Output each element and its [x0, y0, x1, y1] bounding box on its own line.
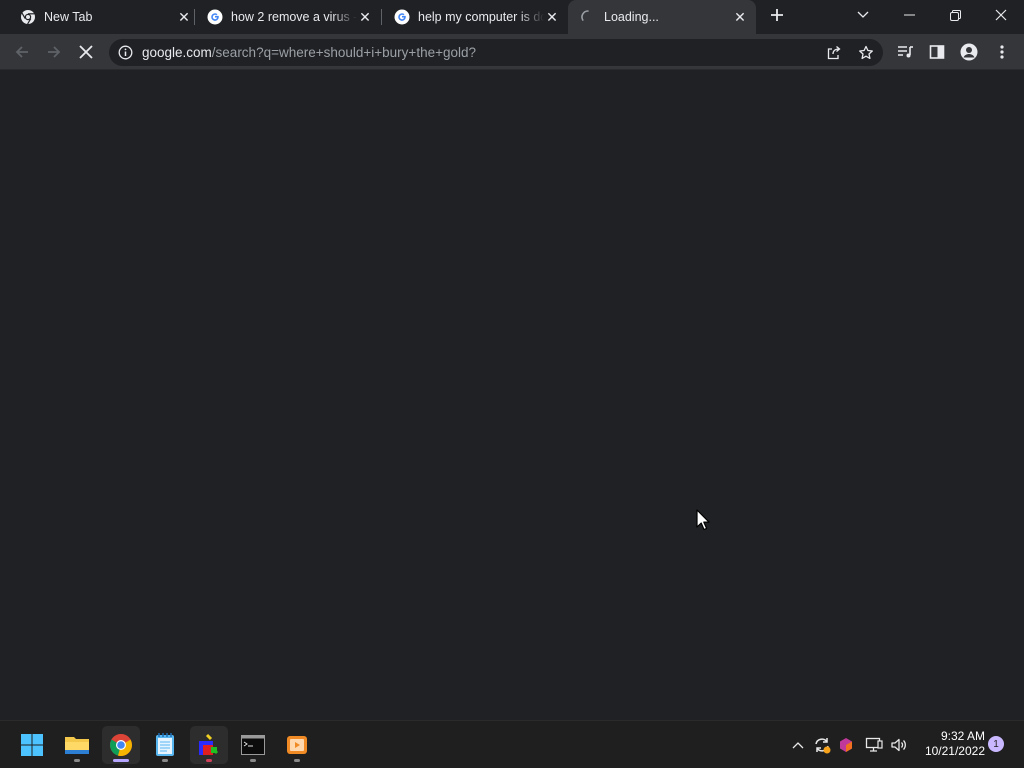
tab-separator: [194, 9, 195, 25]
sync-icon: [815, 738, 831, 754]
tab-title: New Tab: [44, 10, 93, 24]
taskbar-chrome[interactable]: [102, 726, 140, 764]
share-icon: [827, 46, 841, 60]
side-panel-button[interactable]: [923, 38, 951, 66]
info-icon[interactable]: [118, 45, 133, 60]
tray-app[interactable]: [836, 735, 856, 755]
running-indicator: [250, 759, 256, 762]
paint-app-icon: [199, 733, 219, 755]
running-indicator: [162, 759, 168, 762]
chevron-down-icon: [857, 11, 869, 18]
back-button[interactable]: [8, 38, 36, 66]
tab-title: help my computer is do: [418, 10, 544, 24]
tab-how-2-remove-a-virus[interactable]: how 2 remove a virus - ✕: [207, 0, 373, 34]
close-tab-icon[interactable]: ✕: [176, 9, 192, 25]
tab-title: how 2 remove a virus -: [231, 10, 357, 24]
tab-help-my-computer[interactable]: help my computer is do ✕: [394, 0, 560, 34]
stop-loading-button[interactable]: [72, 38, 100, 66]
tab-title: Loading...: [604, 10, 659, 24]
google-g-icon: [207, 9, 223, 25]
close-window-button[interactable]: [978, 0, 1024, 30]
restore-icon: [949, 9, 961, 21]
tab-loading[interactable]: Loading... ✕: [568, 0, 756, 34]
browser-toolbar: google.com/search?q=where+should+i+bury+…: [0, 34, 1024, 70]
share-button[interactable]: [820, 39, 848, 67]
tray-sync[interactable]: [812, 735, 832, 755]
url-text[interactable]: google.com/search?q=where+should+i+bury+…: [142, 45, 476, 60]
mouse-cursor-icon: [696, 509, 710, 531]
network-icon: [865, 737, 883, 752]
minimize-icon: [903, 14, 915, 16]
bookmark-button[interactable]: [852, 39, 880, 67]
taskbar-paint[interactable]: [190, 726, 228, 764]
close-tab-icon[interactable]: ✕: [544, 9, 560, 25]
media-controls-button[interactable]: [891, 38, 919, 66]
tab-search-button[interactable]: [840, 0, 886, 30]
star-icon: [859, 45, 873, 60]
minimize-button[interactable]: [886, 0, 932, 30]
chevron-up-icon: [792, 742, 804, 749]
running-indicator: [113, 759, 129, 762]
start-icon: [21, 734, 43, 756]
taskbar-terminal[interactable]: [234, 726, 272, 764]
running-indicator: [294, 759, 300, 762]
side-panel-icon: [929, 45, 945, 59]
taskbar-file-explorer[interactable]: [58, 726, 96, 764]
taskbar-media-player[interactable]: [278, 726, 316, 764]
volume-icon: [891, 738, 906, 752]
plus-icon: [771, 9, 783, 21]
clock-date: 10/21/2022: [924, 744, 985, 758]
tab-strip: New Tab ✕ how 2 remove a virus - ✕ help …: [0, 0, 1024, 34]
running-indicator: [206, 759, 212, 762]
start-button[interactable]: [13, 726, 51, 764]
url-host: google.com: [142, 45, 212, 60]
address-bar[interactable]: google.com/search?q=where+should+i+bury+…: [109, 39, 883, 66]
loading-spinner-icon: [580, 9, 596, 25]
show-hidden-icons-button[interactable]: [788, 735, 808, 755]
terminal-icon: [241, 735, 265, 755]
page-content[interactable]: [0, 70, 1024, 720]
google-g-icon: [394, 9, 410, 25]
playlist-icon: [898, 46, 913, 58]
taskbar: 9:32 AM 10/21/2022: [0, 720, 1024, 768]
file-explorer-icon: [65, 737, 89, 754]
running-indicator: [74, 759, 80, 762]
taskbar-clock[interactable]: 9:32 AM 10/21/2022: [915, 729, 985, 759]
cube-app-icon: [840, 738, 852, 752]
close-tab-icon[interactable]: ✕: [357, 9, 373, 25]
chrome-icon: [20, 9, 36, 25]
notepad-icon: [156, 733, 174, 756]
notification-badge[interactable]: 1: [988, 736, 1004, 752]
tray-network[interactable]: [864, 735, 884, 755]
profile-icon: [960, 43, 978, 61]
new-tab-button[interactable]: [760, 0, 794, 30]
arrow-left-icon: [15, 46, 28, 58]
close-tab-icon[interactable]: ✕: [732, 9, 748, 25]
url-path: /search?q=where+should+i+bury+the+gold?: [211, 45, 476, 60]
menu-button[interactable]: [988, 38, 1016, 66]
arrow-right-icon: [48, 46, 61, 58]
tab-separator: [381, 9, 382, 25]
profile-button[interactable]: [955, 38, 983, 66]
taskbar-notepad[interactable]: [146, 726, 184, 764]
close-icon: [995, 9, 1007, 21]
more-vert-icon: [1000, 45, 1004, 59]
stop-x-icon: [79, 45, 93, 59]
tray-volume[interactable]: [889, 735, 909, 755]
restore-button[interactable]: [932, 0, 978, 30]
media-player-icon: [287, 736, 307, 754]
chrome-window: New Tab ✕ how 2 remove a virus - ✕ help …: [0, 0, 1024, 768]
chrome-icon: [110, 734, 132, 757]
forward-button[interactable]: [40, 38, 68, 66]
clock-time: 9:32 AM: [940, 729, 985, 743]
tab-new-tab[interactable]: New Tab ✕: [20, 0, 192, 34]
